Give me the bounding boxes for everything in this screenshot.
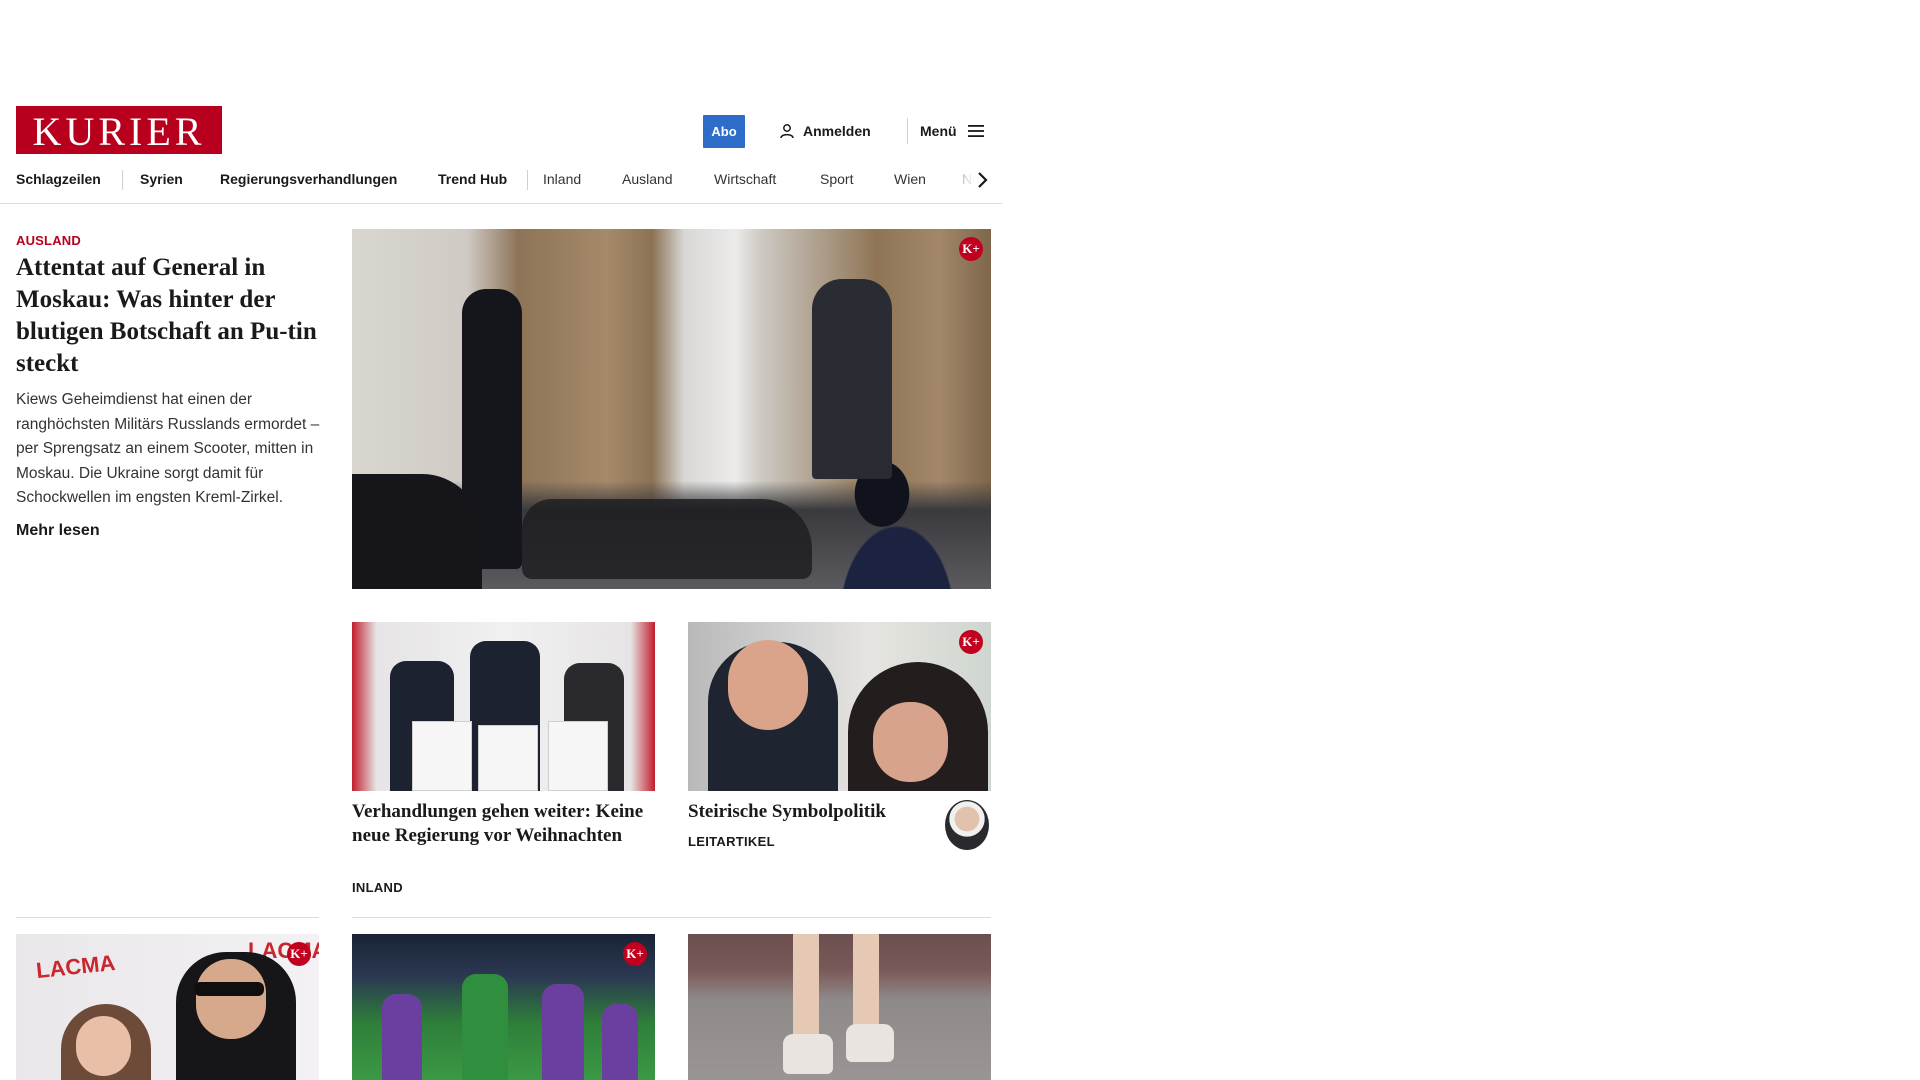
player-figure [542, 984, 584, 1080]
podium-shape [478, 725, 538, 791]
player-figure [462, 974, 508, 1080]
person-face [196, 959, 266, 1039]
shoe-shape [846, 1024, 894, 1062]
person-figure [812, 279, 892, 479]
nav-item-trend-hub[interactable]: Trend Hub [438, 164, 507, 194]
login-button[interactable]: Anmelden [779, 121, 871, 141]
nav-item-wirtschaft[interactable]: Wirtschaft [714, 164, 776, 194]
kplus-premium-icon: K+ [623, 942, 647, 966]
player-figure [382, 994, 422, 1080]
shoe-shape [783, 1034, 833, 1074]
premium-badge-label: K+ [962, 241, 980, 256]
kplus-premium-icon: K+ [959, 237, 983, 261]
premium-badge-label: K+ [962, 634, 980, 649]
lead-image[interactable]: K+ [352, 229, 991, 589]
car-shape [352, 474, 482, 589]
podium-shape [548, 721, 608, 791]
card-image-steirische[interactable]: K+ [688, 622, 991, 791]
lead-headline[interactable]: Attentat auf General in Moskau: Was hint… [16, 252, 322, 380]
nav-item-inland[interactable]: Inland [543, 164, 581, 194]
card-headline[interactable]: Verhandlungen gehen weiter: Keine neue R… [352, 800, 655, 848]
menu-label: Menü [920, 123, 957, 139]
divider [352, 917, 991, 918]
player-figure [602, 1004, 638, 1080]
lead-teaser: Kiews Geheimdienst hat einen der ranghöc… [16, 391, 320, 506]
leg-shape [853, 934, 879, 1034]
person-face [728, 640, 808, 730]
person-face [873, 702, 948, 782]
menu-button[interactable]: Menü [920, 121, 985, 141]
kplus-premium-icon: K+ [287, 942, 311, 966]
nav-item-syrien[interactable]: Syrien [140, 164, 183, 194]
nav-separator [122, 170, 123, 190]
sunglasses-shape [194, 982, 264, 996]
lacma-sign-text: LACMA [34, 949, 117, 984]
section-nav: Schlagzeilen Syrien Regierungsverhandlun… [0, 164, 1002, 204]
nav-item-schlagzeilen[interactable]: Schlagzeilen [16, 164, 101, 194]
read-more-link[interactable]: Mehr lesen [16, 522, 100, 540]
kurier-logo[interactable]: KURIER [16, 106, 222, 154]
kplus-premium-icon: K+ [959, 630, 983, 654]
card-image-football[interactable]: K+ [352, 934, 655, 1080]
abo-button[interactable]: Abo [703, 115, 745, 148]
nav-item-sport[interactable]: Sport [820, 164, 853, 194]
hamburger-icon [967, 125, 984, 137]
logo-text: KURIER [32, 108, 206, 154]
leg-shape [793, 934, 819, 1044]
card-image-verhandlungen[interactable] [352, 622, 655, 791]
debris-shape [522, 499, 812, 579]
premium-badge-label: K+ [290, 946, 308, 961]
premium-badge-label: K+ [626, 946, 644, 961]
chevron-right-icon [978, 172, 988, 188]
person-face [76, 1016, 131, 1076]
lead-kicker[interactable]: AUSLAND [16, 233, 81, 248]
card-category[interactable]: LEITARTIKEL [688, 834, 775, 849]
login-label: Anmelden [803, 123, 871, 139]
header-divider [907, 118, 908, 144]
card-category[interactable]: INLAND [352, 880, 403, 895]
card-headline[interactable]: Steirische Symbolpolitik [688, 800, 928, 824]
nav-item-regierungsverhandlungen[interactable]: Regierungsverhandlungen [220, 164, 397, 194]
author-avatar [945, 800, 989, 850]
nav-item-wien[interactable]: Wien [894, 164, 926, 194]
nav-scroll-right-button[interactable] [970, 168, 994, 192]
divider [16, 917, 319, 918]
user-icon [780, 124, 794, 139]
card-image-celebrities[interactable]: LACMA LACMA K+ [16, 934, 319, 1080]
nav-separator [527, 170, 528, 190]
podium-shape [412, 721, 472, 791]
nav-item-ausland[interactable]: Ausland [622, 164, 673, 194]
card-image-shoes[interactable] [688, 934, 991, 1080]
page: KURIER Abo Anmelden Menü Schlagzeilen Sy… [0, 0, 1009, 1080]
